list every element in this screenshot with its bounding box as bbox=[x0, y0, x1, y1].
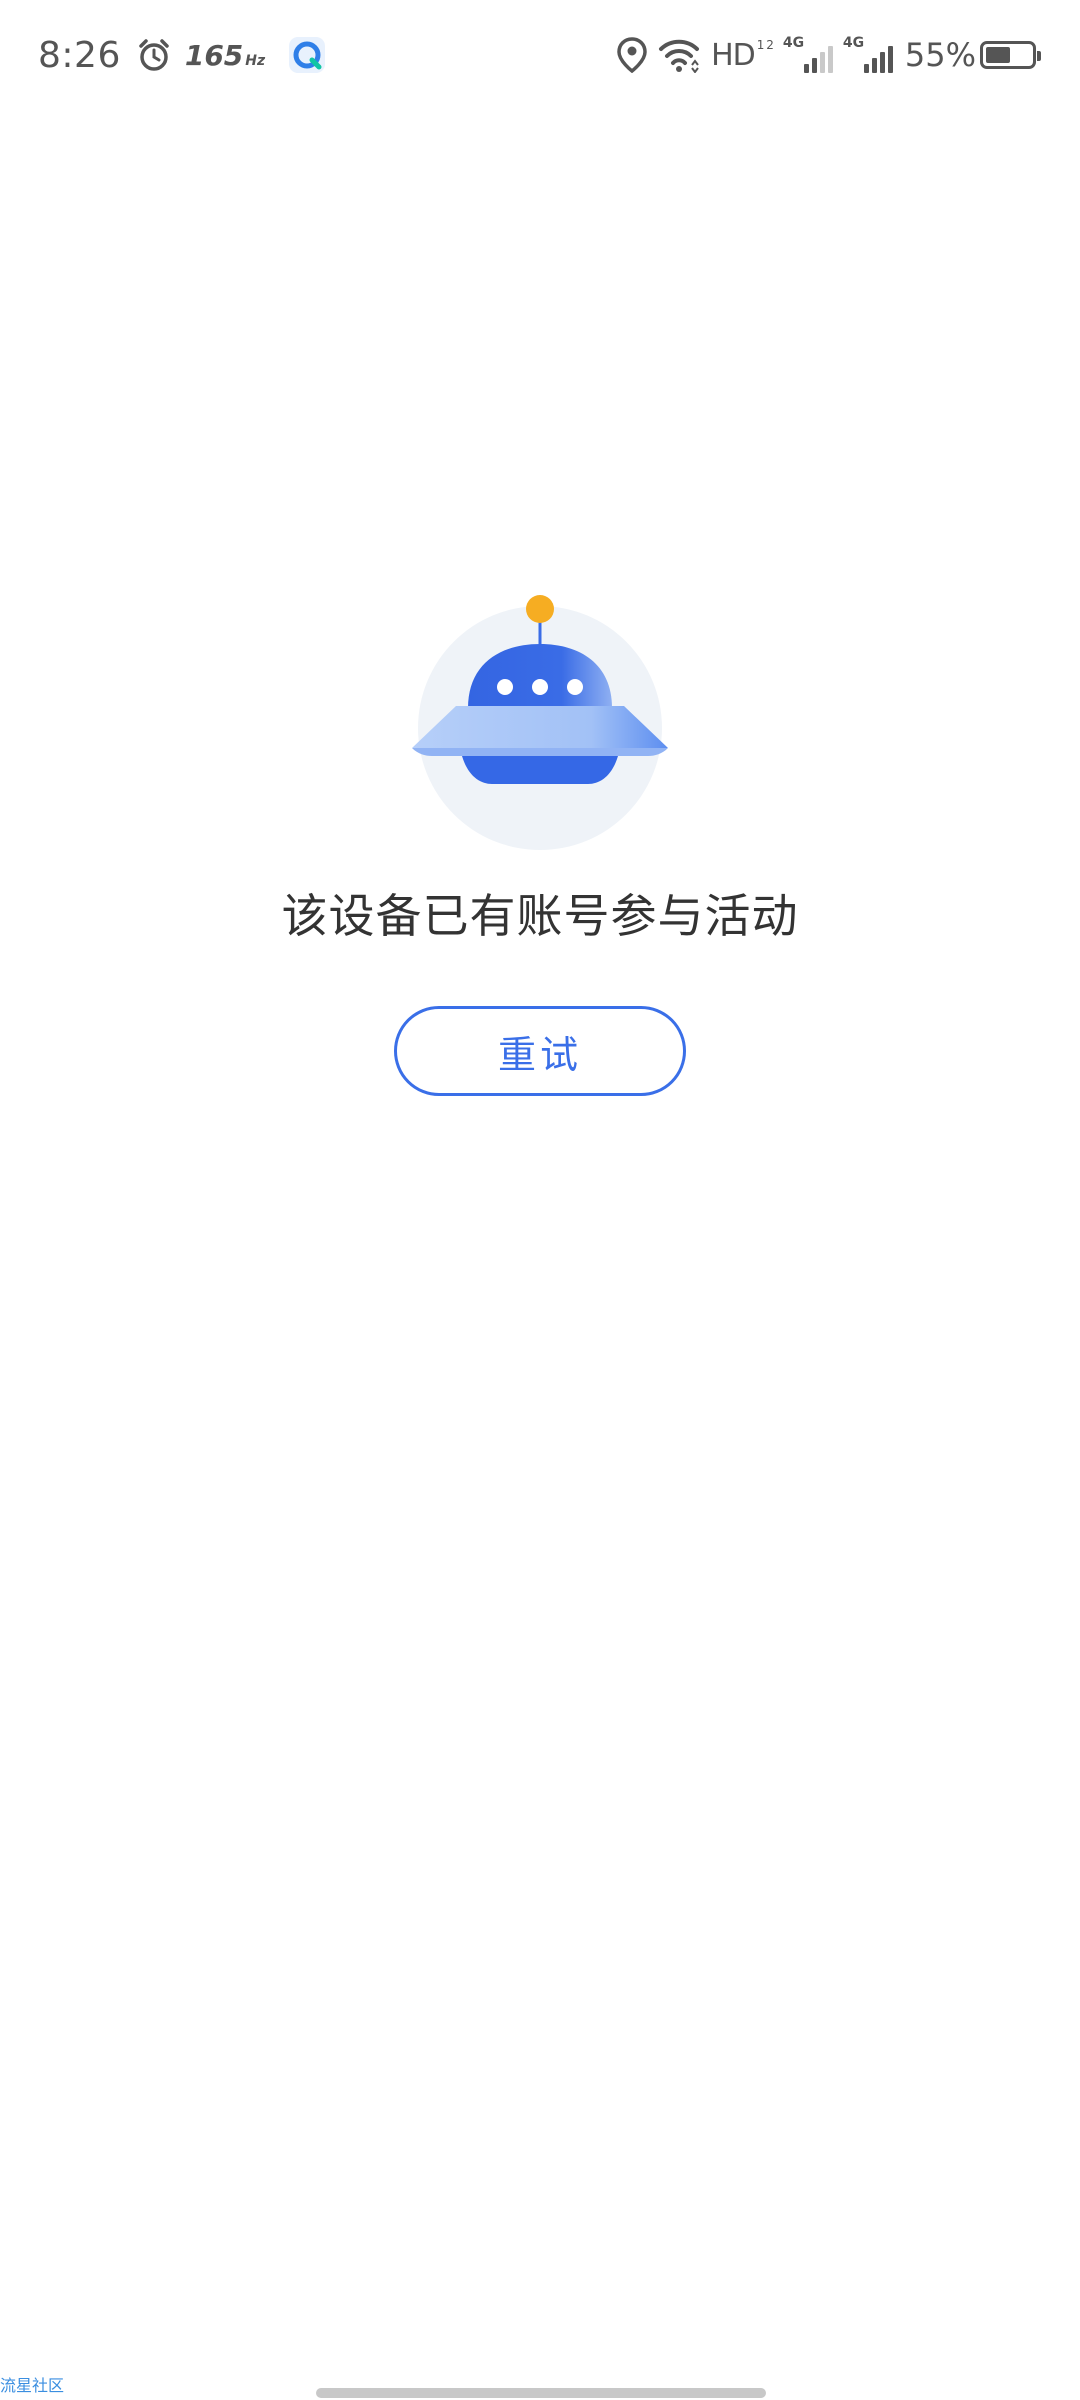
wifi-icon bbox=[657, 37, 701, 73]
clock: 8:26 bbox=[38, 34, 121, 76]
signal-icon-sim2: 4G bbox=[842, 35, 893, 73]
screen: 8:26 165 Hz HD 1 2 4G 4G 55% 该设备已有账号参与活动… bbox=[0, 0, 1080, 2400]
battery-fill bbox=[986, 47, 1010, 63]
watermark: 流星社区 bbox=[0, 2376, 65, 2395]
refresh-rate: 165 Hz bbox=[184, 38, 266, 72]
battery-icon bbox=[980, 41, 1041, 69]
ufo-empty-state-icon bbox=[400, 588, 680, 850]
alarm-icon bbox=[135, 36, 173, 74]
app-notification-icon bbox=[287, 35, 327, 75]
status-bar: 8:26 165 Hz HD 1 2 4G 4G 55% bbox=[0, 0, 1080, 110]
status-bar-left: 8:26 165 Hz bbox=[38, 30, 327, 80]
battery-percentage: 55% bbox=[904, 36, 976, 74]
sim1-network-type: 4G bbox=[782, 35, 805, 51]
ufo-disc bbox=[412, 706, 668, 748]
ufo-base bbox=[462, 756, 618, 784]
sim2-network-type: 4G bbox=[842, 35, 865, 51]
hd-voice-indicator: HD 1 2 bbox=[711, 37, 774, 73]
status-bar-right: HD 1 2 4G 4G 55% bbox=[607, 30, 1041, 80]
signal-icon: 4G bbox=[782, 35, 833, 73]
location-icon bbox=[617, 37, 647, 73]
antenna-ball bbox=[526, 595, 554, 623]
home-indicator[interactable] bbox=[316, 2388, 766, 2398]
retry-button[interactable]: 重试 bbox=[394, 1006, 686, 1096]
status-message: 该设备已有账号参与活动 bbox=[281, 889, 799, 943]
